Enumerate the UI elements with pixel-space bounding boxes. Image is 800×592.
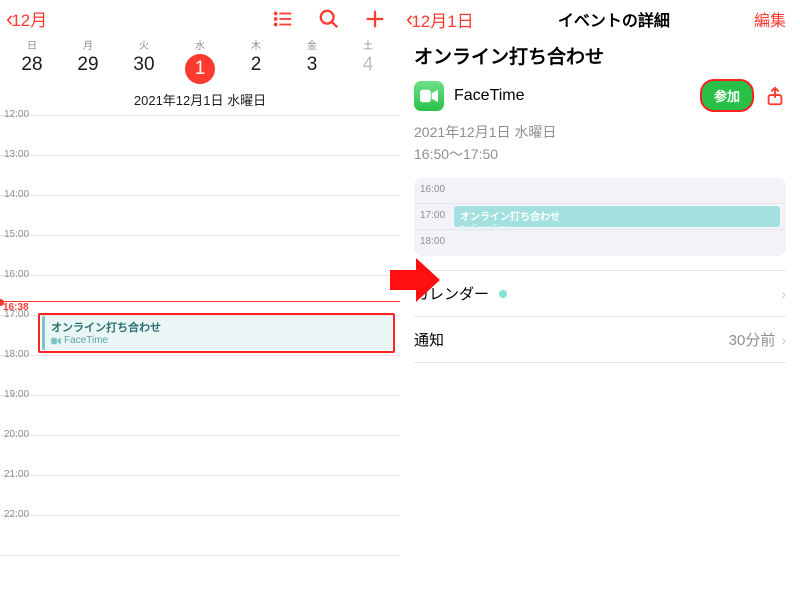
hour-label: 13:00: [4, 149, 29, 160]
event-time-range: 16:50〜17:50: [414, 144, 786, 164]
dates-row: 28 29 30 1 2 3 4: [0, 52, 400, 86]
chevron-right-icon: ›: [781, 286, 786, 302]
chevron-right-icon: ›: [781, 332, 786, 348]
hour-label: 19:00: [4, 389, 29, 400]
add-event-icon[interactable]: [364, 8, 386, 30]
date-cell[interactable]: 3: [284, 54, 340, 84]
date-cell[interactable]: 28: [4, 54, 60, 84]
dow: 火: [116, 37, 172, 52]
hour-label: 18:00: [420, 236, 445, 247]
event-title: オンライン打ち合わせ: [414, 42, 786, 69]
mini-event-title: オンライン打ち合わせ: [460, 208, 774, 223]
hour-label: 20:00: [4, 429, 29, 440]
calendar-color-dot: [499, 290, 507, 298]
dow: 木: [228, 37, 284, 52]
row-value: 30分前: [729, 329, 776, 350]
back-month-button[interactable]: ‹ 12月: [6, 6, 47, 31]
notification-row[interactable]: 通知 30分前 ›: [414, 317, 786, 363]
dow: 土: [340, 37, 396, 52]
hour-label: 22:00: [4, 509, 29, 520]
hour-label: 15:00: [4, 229, 29, 240]
facetime-app-icon: [414, 81, 444, 111]
hour-label: 16:00: [4, 269, 29, 280]
hour-label: 21:00: [4, 469, 29, 480]
event-date: 2021年12月1日 水曜日: [414, 122, 786, 142]
day-timeline[interactable]: 12:00 13:00 14:00 15:00 16:00 17:00 18:0…: [0, 115, 400, 575]
event-detail-view: ‹ 12月1日 イベントの詳細 編集 オンライン打ち合わせ FaceTime 参…: [400, 0, 800, 592]
step-arrow-icon: [390, 258, 440, 302]
dow: 月: [60, 37, 116, 52]
date-cell[interactable]: 30: [116, 54, 172, 84]
back-day-button[interactable]: ‹ 12月1日: [406, 6, 474, 32]
edit-button[interactable]: 編集: [754, 7, 786, 31]
mini-timeline: 16:00 17:00 オンライン打ち合わせ FaceTime 18:00: [414, 178, 786, 256]
back-day-label: 12月1日: [411, 7, 473, 32]
search-icon[interactable]: [318, 8, 340, 30]
dow: 水: [172, 37, 228, 52]
date-cell[interactable]: 29: [60, 54, 116, 84]
hour-label: 12:00: [4, 109, 29, 120]
calendar-day-view: ‹ 12月 日 月 火 水 木 金 土: [0, 0, 400, 592]
current-time-label: 16:38: [3, 302, 29, 313]
hour-label: 16:00: [420, 184, 445, 195]
dow: 金: [284, 37, 340, 52]
mini-event-block[interactable]: オンライン打ち合わせ FaceTime: [454, 206, 780, 227]
full-date-label: 2021年12月1日 水曜日: [0, 86, 400, 115]
back-month-label: 12月: [11, 6, 47, 31]
list-view-icon[interactable]: [272, 8, 294, 30]
date-cell[interactable]: 2: [228, 54, 284, 84]
join-button[interactable]: 参加: [700, 79, 754, 112]
current-time-indicator: [0, 301, 400, 302]
row-label: 通知: [414, 329, 444, 350]
facetime-label: FaceTime: [454, 87, 690, 105]
share-icon[interactable]: [764, 85, 786, 107]
highlight-box: [38, 313, 395, 353]
hour-label: 18:00: [4, 349, 29, 360]
dow: 日: [4, 37, 60, 52]
nav-title: イベントの詳細: [558, 7, 670, 31]
date-cell[interactable]: 4: [340, 54, 396, 84]
hour-label: 17:00: [420, 210, 445, 221]
date-cell-selected[interactable]: 1: [172, 54, 228, 84]
calendar-select-row[interactable]: カレンダー ›: [414, 271, 786, 317]
hour-label: 14:00: [4, 189, 29, 200]
facetime-row: FaceTime 参加: [414, 79, 786, 112]
weekday-header: 日 月 火 水 木 金 土: [0, 33, 400, 52]
